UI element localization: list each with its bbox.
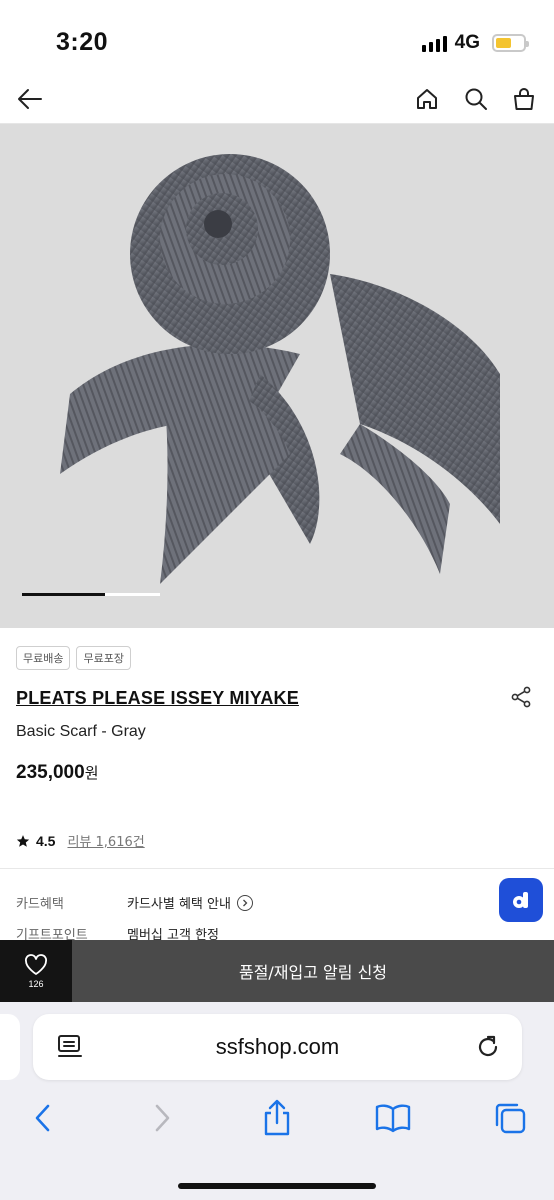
- brand-link[interactable]: PLEATS PLEASE ISSEY MIYAKE: [16, 688, 299, 709]
- tabs-icon[interactable]: [490, 1100, 530, 1136]
- shopping-bag-icon[interactable]: [509, 84, 539, 114]
- card-benefit-text: 카드사별 혜택 안내: [127, 897, 231, 912]
- product-tags: 무료배송 무료포장: [16, 646, 131, 670]
- price-currency: 원: [84, 764, 99, 782]
- free-wrapping-tag: 무료포장: [76, 646, 131, 670]
- review-count-link[interactable]: 리뷰 1,616건: [67, 831, 144, 850]
- section-divider: [0, 868, 554, 869]
- share-sheet-icon[interactable]: [257, 1099, 297, 1136]
- search-icon[interactable]: [461, 84, 491, 114]
- home-icon[interactable]: [412, 84, 442, 114]
- free-shipping-tag: 무료배송: [16, 646, 71, 670]
- home-indicator: [178, 1183, 376, 1189]
- price-value: 235,000: [16, 762, 85, 783]
- app-header: [0, 74, 554, 124]
- battery-icon: [492, 34, 529, 52]
- url-text[interactable]: ssfshop.com: [33, 1034, 522, 1060]
- status-bar: 3:20 4G: [0, 0, 554, 74]
- chevron-right-icon[interactable]: [236, 894, 253, 911]
- rating-score: 4.5: [36, 832, 56, 849]
- address-bar[interactable]: ssfshop.com: [33, 1014, 522, 1080]
- product-image[interactable]: [0, 124, 554, 628]
- star-icon: [16, 834, 30, 847]
- status-indicators: 4G: [421, 32, 529, 54]
- product-price: 235,000원: [16, 762, 99, 784]
- slide-indicator: [22, 593, 160, 596]
- wishlist-button[interactable]: 126: [0, 940, 72, 1002]
- previous-tab-edge[interactable]: [0, 1014, 20, 1080]
- bookmarks-icon[interactable]: [373, 1100, 413, 1136]
- restock-alert-button[interactable]: 품절/재입고 알림 신청: [72, 940, 554, 1002]
- product-rating: 4.5 리뷰 1,616건: [16, 831, 145, 850]
- forward-icon[interactable]: [142, 1100, 182, 1136]
- benefit-label: 카드혜택: [16, 897, 64, 912]
- share-icon[interactable]: [510, 686, 532, 708]
- card-benefit-row[interactable]: 카드혜택 카드사별 혜택 안내: [16, 893, 253, 912]
- app-launch-button[interactable]: [499, 878, 543, 922]
- back-icon[interactable]: [23, 1100, 63, 1136]
- status-time: 3:20: [56, 28, 109, 56]
- browser-toolbar: ssfshop.com: [0, 1002, 554, 1200]
- heart-icon: [25, 953, 47, 975]
- network-type: 4G: [454, 32, 480, 53]
- back-arrow-icon[interactable]: [15, 84, 45, 114]
- d-logo-icon: [513, 892, 528, 908]
- cellular-signal-icon: [421, 34, 447, 52]
- reload-icon[interactable]: [473, 1032, 503, 1062]
- benefit-value: 카드사별 혜택 안내: [127, 893, 253, 912]
- product-name: Basic Scarf - Gray: [16, 723, 146, 740]
- wishlist-count: 126: [28, 978, 44, 989]
- bottom-action-bar: 126 품절/재입고 알림 신청: [0, 940, 554, 1002]
- gray-pleated-scarf-image: [60, 154, 500, 584]
